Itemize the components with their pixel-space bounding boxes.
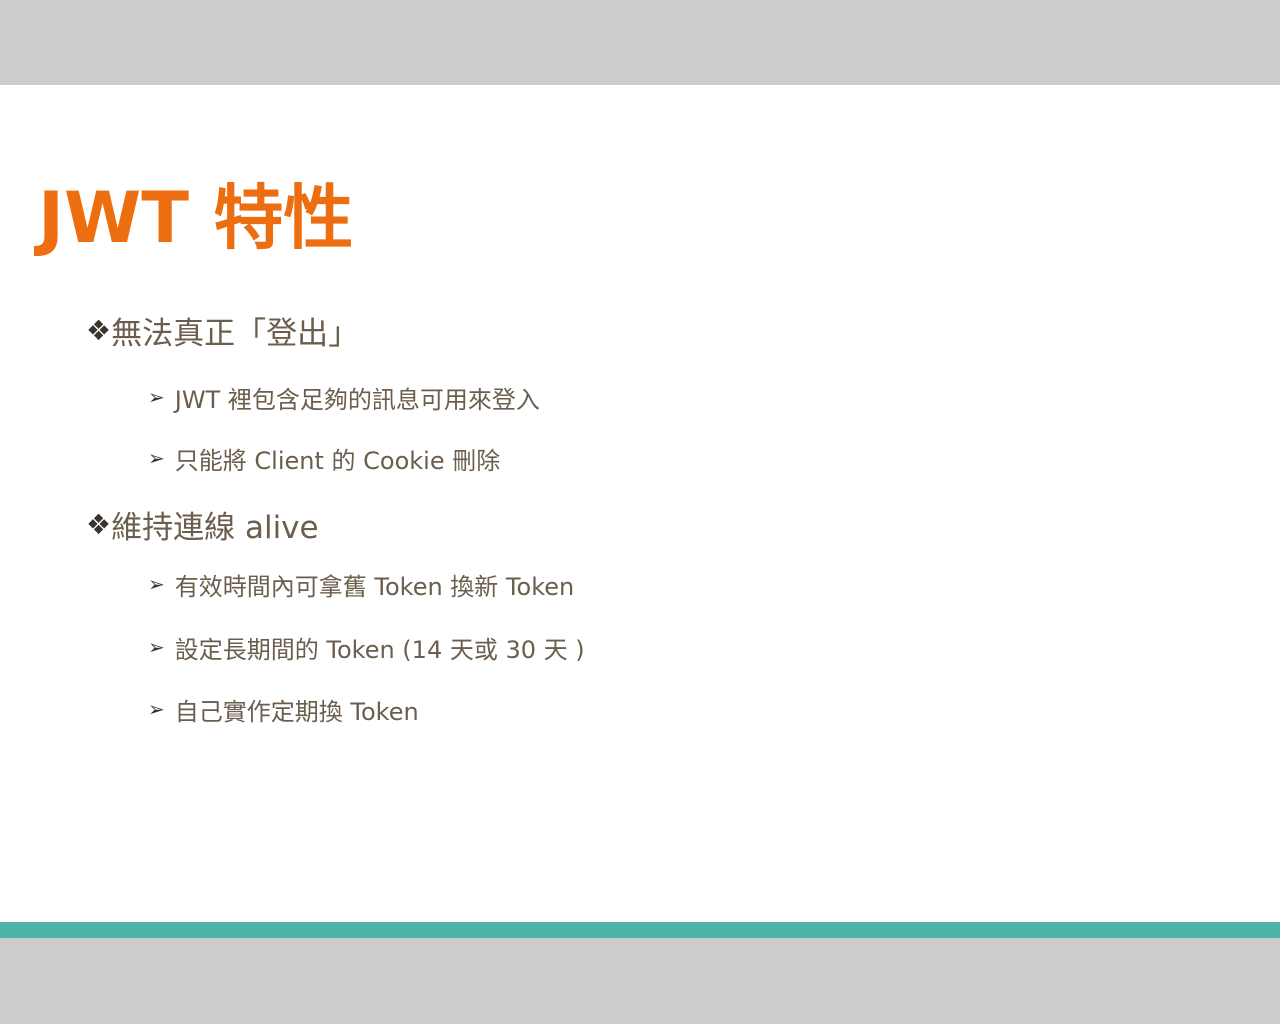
accent-bar — [0, 922, 1280, 938]
bullet-level2-text: 自己實作定期換 Token — [174, 697, 419, 726]
diamond-bullet-icon: ❖ — [86, 507, 112, 541]
bullet-level1-text: 維持連線 alive — [111, 509, 319, 546]
bullet-level2-item: ➢ 設定長期間的 Token (14 天或 30 天 ) — [148, 630, 585, 664]
bullet-level2-text: 有效時間內可拿舊 Token 換新 Token — [174, 572, 575, 601]
bullet-level1-text: 無法真正「登出」 — [111, 315, 360, 352]
arrow-bullet-icon: ➢ — [148, 697, 165, 721]
top-frame-band — [0, 0, 1280, 85]
bullet-level2-text: 設定長期間的 Token (14 天或 30 天 ) — [174, 635, 585, 664]
bullet-level2-item: ➢ JWT 裡包含足夠的訊息可用來登入 — [148, 380, 540, 414]
slide-title: JWT 特性 — [38, 177, 354, 259]
bullet-level2-item: ➢ 自己實作定期換 Token — [148, 692, 419, 726]
bullet-level2-item: ➢ 有效時間內可拿舊 Token 換新 Token — [148, 567, 574, 601]
bullet-level1-logout: ❖ 無法真正「登出」 — [86, 308, 359, 352]
bullet-level2-text: JWT 裡包含足夠的訊息可用來登入 — [174, 385, 540, 414]
arrow-bullet-icon: ➢ — [148, 446, 165, 470]
arrow-bullet-icon: ➢ — [148, 635, 165, 659]
arrow-bullet-icon: ➢ — [148, 385, 165, 409]
bullet-level2-text: 只能將 Client 的 Cookie 刪除 — [174, 446, 501, 475]
bullet-level1-alive: ❖ 維持連線 alive — [86, 502, 319, 546]
bullet-level2-item: ➢ 只能將 Client 的 Cookie 刪除 — [148, 441, 500, 475]
diamond-bullet-icon: ❖ — [86, 313, 112, 347]
bottom-frame-band — [0, 938, 1280, 1024]
arrow-bullet-icon: ➢ — [148, 572, 165, 596]
